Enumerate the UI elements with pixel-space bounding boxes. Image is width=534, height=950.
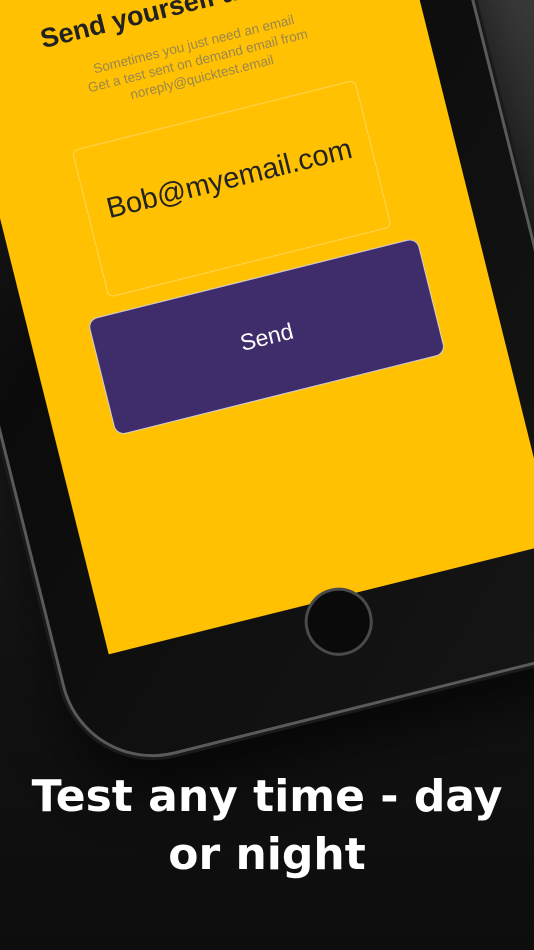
- promo-caption: Test any time - day or night: [0, 768, 534, 884]
- caption-line: Test any time - day: [31, 771, 503, 822]
- app-screen: Send yourself an email Sometimes you jus…: [0, 0, 534, 655]
- promo-stage: Send yourself an email Sometimes you jus…: [0, 0, 534, 950]
- caption-line: or night: [168, 829, 366, 880]
- email-field[interactable]: [82, 119, 377, 239]
- phone-mockup: Send yourself an email Sometimes you jus…: [0, 0, 534, 774]
